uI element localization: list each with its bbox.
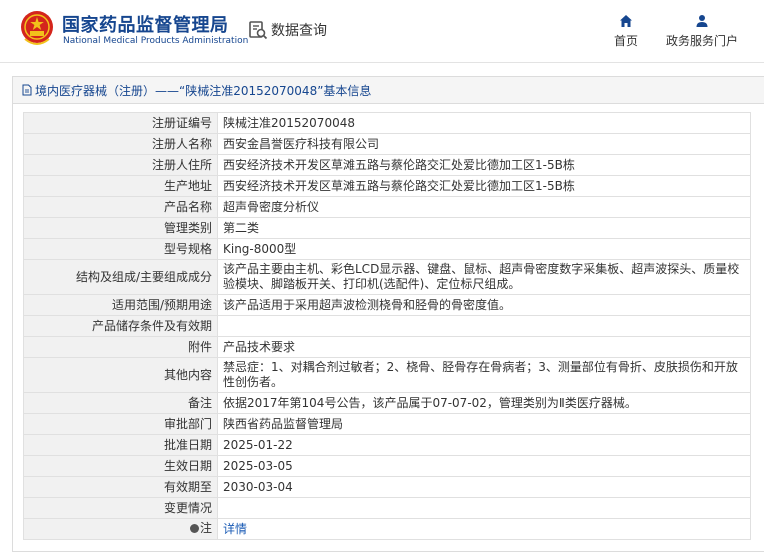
field-value: 依据2017年第104号公告，该产品属于07-07-02，管理类别为Ⅱ类医疗器械… [217, 392, 751, 414]
table-row: 变更情况 [23, 497, 751, 519]
national-emblem-icon [21, 11, 53, 45]
field-label: 有效期至 [23, 476, 218, 498]
site-title-en: National Medical Products Administration [63, 36, 249, 46]
document-icon [22, 84, 32, 96]
table-row: 注册人名称 西安金昌誉医疗科技有限公司 [23, 133, 751, 155]
field-label: 产品储存条件及有效期 [23, 315, 218, 337]
data-query-icon [249, 21, 268, 40]
table-row: 型号规格 King-8000型 [23, 238, 751, 260]
nav-home-label: 首页 [613, 34, 638, 48]
field-value: 该产品适用于采用超声波检测桡骨和胫骨的骨密度值。 [217, 294, 751, 316]
field-label: 生产地址 [23, 175, 218, 197]
table-row: 产品名称 超声骨密度分析仪 [23, 196, 751, 218]
field-label: 备注 [23, 392, 218, 414]
field-value: 产品技术要求 [217, 336, 751, 358]
field-value [217, 497, 751, 519]
field-value: 2030-03-04 [217, 476, 751, 498]
field-label: 批准日期 [23, 434, 218, 456]
field-value: 西安金昌誉医疗科技有限公司 [217, 133, 751, 155]
info-dot-icon [189, 524, 199, 533]
field-label: 产品名称 [23, 196, 218, 218]
site-title-cn[interactable]: 国家药品监督管理局 [62, 11, 229, 37]
field-label: 生效日期 [23, 455, 218, 477]
field-value: 超声骨密度分析仪 [217, 196, 751, 218]
field-label: 型号规格 [23, 238, 218, 260]
table-row: 审批部门 陕西省药品监督管理局 [23, 413, 751, 435]
field-label: 审批部门 [23, 413, 218, 435]
field-label: 变更情况 [23, 497, 218, 519]
field-label: 管理类别 [23, 217, 218, 239]
table-row: 注册证编号 陕械注准20152070048 [23, 112, 751, 134]
field-value: 西安经济技术开发区草滩五路与蔡伦路交汇处爱比德加工区1-5B栋 [217, 154, 751, 176]
field-value: 陕械注准20152070048 [217, 112, 751, 134]
field-label: 注册人住所 [23, 154, 218, 176]
field-value: 禁忌症：1、对耦合剂过敏者；2、桡骨、胫骨存在骨病者；3、测量部位有骨折、皮肤损… [217, 357, 751, 393]
note-label: 注 [199, 521, 212, 535]
table-row: 适用范围/预期用途 该产品适用于采用超声波检测桡骨和胫骨的骨密度值。 [23, 294, 751, 316]
home-icon [620, 15, 632, 27]
site-header: 国家药品监督管理局 National Medical Products Admi… [0, 0, 764, 63]
field-value: King-8000型 [217, 238, 751, 260]
field-label: 其他内容 [23, 357, 218, 393]
data-query-link[interactable]: 数据查询 [248, 20, 327, 40]
data-query-label: 数据查询 [271, 23, 327, 39]
info-panel: 境内医疗器械（注册）——“陕械注准20152070048”基本信息 注册证编号陕… [12, 76, 764, 552]
field-value: 陕西省药品监督管理局 [217, 413, 751, 435]
field-value: 该产品主要由主机、彩色LCD显示器、键盘、鼠标、超声骨密度数字采集板、超声波探头… [217, 259, 751, 295]
nav-home[interactable]: 首页 [613, 14, 639, 49]
table-row: 备注 依据2017年第104号公告，该产品属于07-07-02，管理类别为Ⅱ类医疗… [23, 392, 751, 414]
table-row: 结构及组成/主要组成成分 该产品主要由主机、彩色LCD显示器、键盘、鼠标、超声骨密… [23, 259, 751, 295]
field-value: 2025-03-05 [217, 455, 751, 477]
table-row: 有效期至 2030-03-04 [23, 476, 751, 498]
nav-service-portal-label: 政务服务门户 [665, 34, 738, 48]
panel-title: 境内医疗器械（注册）——“陕械注准20152070048”基本信息 [35, 83, 372, 98]
table-row: 附件 产品技术要求 [23, 336, 751, 358]
table-row: 注册人住所 西安经济技术开发区草滩五路与蔡伦路交汇处爱比德加工区1-5B栋 [23, 154, 751, 176]
device-info-table: 注册证编号 陕械注准20152070048 注册人名称 西安金昌誉医疗科技有限公司 注册… [23, 112, 751, 540]
field-label: 注册证编号 [23, 112, 218, 134]
field-value: 详情 [217, 518, 751, 540]
field-value: 西安经济技术开发区草滩五路与蔡伦路交汇处爱比德加工区1-5B栋 [217, 175, 751, 197]
table-row: 产品储存条件及有效期 [23, 315, 751, 337]
field-value [217, 315, 751, 337]
field-label: 适用范围/预期用途 [23, 294, 218, 316]
table-row: 管理类别 第二类 [23, 217, 751, 239]
table-row: 其他内容 禁忌症：1、对耦合剂过敏者；2、桡骨、胫骨存在骨病者；3、测量部位有骨折… [23, 357, 751, 393]
nav-service-portal[interactable]: 政务服务门户 [664, 14, 740, 49]
detail-link[interactable]: 详情 [223, 522, 247, 536]
table-row: 批准日期 2025-01-22 [23, 434, 751, 456]
panel-header: 境内医疗器械（注册）——“陕械注准20152070048”基本信息 [13, 77, 764, 104]
table-row-note: 注 详情 [23, 518, 751, 540]
table-row: 生效日期 2025-03-05 [23, 455, 751, 477]
field-value: 第二类 [217, 217, 751, 239]
field-value: 2025-01-22 [217, 434, 751, 456]
field-label: 注 [23, 518, 218, 540]
field-label: 注册人名称 [23, 133, 218, 155]
table-row: 生产地址 西安经济技术开发区草滩五路与蔡伦路交汇处爱比德加工区1-5B栋 [23, 175, 751, 197]
field-label: 附件 [23, 336, 218, 358]
user-icon [696, 15, 708, 27]
field-label: 结构及组成/主要组成成分 [23, 259, 218, 295]
